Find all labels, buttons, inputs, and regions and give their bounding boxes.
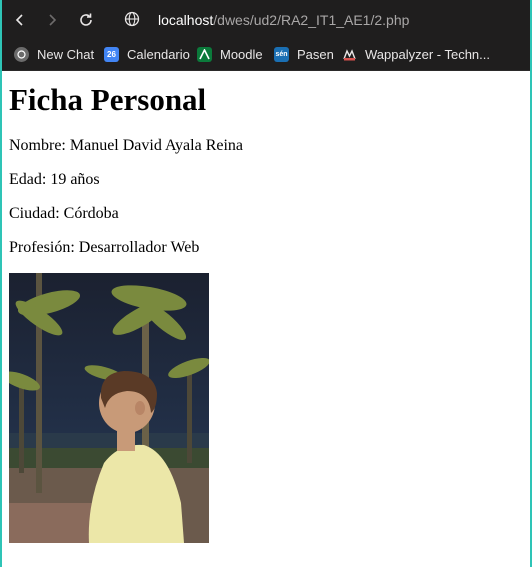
field-edad: Edad: 19 años bbox=[9, 171, 100, 188]
chatgpt-icon bbox=[14, 46, 29, 62]
bookmark-pasen[interactable]: sén Pasen bbox=[274, 44, 334, 64]
page-title: Ficha Personal bbox=[9, 82, 207, 117]
profile-photo bbox=[9, 273, 209, 543]
forward-arrow-icon bbox=[49, 14, 57, 26]
address-bar[interactable]: localhost/dwes/ud2/RA2_IT1_AE1/2.php bbox=[158, 10, 409, 30]
bookmark-label: Moodle bbox=[220, 46, 263, 62]
page-content: Ficha Personal Nombre: Manuel David Ayal… bbox=[9, 72, 524, 256]
calendar-icon: 26 bbox=[104, 46, 119, 62]
back-arrow-icon bbox=[15, 14, 23, 26]
field-profesion: Profesión: Desarrollador Web bbox=[9, 239, 200, 256]
url-host: localhost bbox=[158, 12, 214, 28]
site-info-globe-icon[interactable] bbox=[124, 11, 140, 27]
bookmark-label: Wappalyzer - Techn... bbox=[365, 46, 490, 62]
field-ciudad: Ciudad: Córdoba bbox=[9, 205, 119, 222]
bookmark-new-chat[interactable]: New Chat bbox=[14, 44, 94, 64]
field-nombre: Nombre: Manuel David Ayala Reina bbox=[9, 137, 244, 154]
window-accent-left bbox=[0, 0, 2, 567]
back-button[interactable] bbox=[10, 10, 30, 30]
bookmark-wappalyzer[interactable]: Wappalyzer - Techn... bbox=[342, 44, 490, 64]
url-path: /dwes/ud2/RA2_IT1_AE1/2.php bbox=[213, 12, 410, 28]
bookmark-label: Calendario bbox=[127, 46, 190, 62]
browser-toolbar: localhost/dwes/ud2/RA2_IT1_AE1/2.php bbox=[0, 0, 532, 38]
bookmarks-bar: New Chat 26 Calendario Moodle sén Pasen … bbox=[0, 38, 532, 71]
reload-icon bbox=[80, 13, 92, 26]
bookmark-moodle[interactable]: Moodle bbox=[197, 44, 263, 64]
bookmark-calendario[interactable]: 26 Calendario bbox=[104, 44, 190, 64]
reload-button[interactable] bbox=[76, 10, 96, 30]
forward-button[interactable] bbox=[42, 10, 62, 30]
wappalyzer-icon bbox=[342, 47, 357, 62]
pasen-icon: sén bbox=[274, 46, 289, 62]
bookmark-label: Pasen bbox=[297, 46, 334, 62]
bookmark-label: New Chat bbox=[37, 46, 95, 62]
moodle-icon bbox=[197, 46, 212, 62]
